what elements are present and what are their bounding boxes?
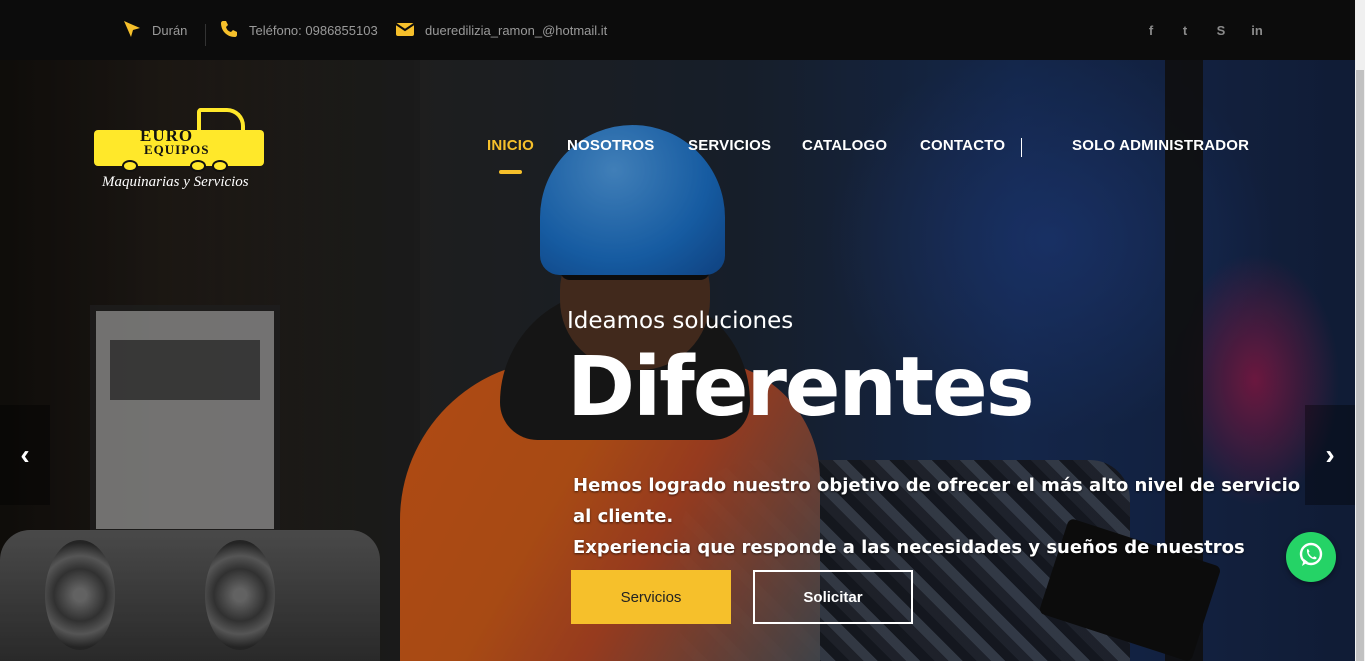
scrollbar-thumb[interactable] <box>1356 70 1364 661</box>
topbar-divider <box>205 24 206 46</box>
envelope-icon <box>395 21 415 40</box>
nav-active-indicator <box>499 170 522 174</box>
location-text: Durán <box>152 22 188 38</box>
nav-divider <box>1021 138 1022 157</box>
slider-next-button[interactable]: › <box>1305 405 1355 505</box>
twitter-icon[interactable]: t <box>1175 0 1195 60</box>
whatsapp-icon <box>1296 540 1326 575</box>
nav-inicio[interactable]: INICIO <box>487 137 534 157</box>
chevron-right-icon: › <box>1325 439 1335 470</box>
chevron-left-icon: ‹ <box>20 439 30 470</box>
top-bar: Durán Teléfono: 0986855103 dueredilizia_… <box>0 0 1355 60</box>
solicitar-button[interactable]: Solicitar <box>753 570 913 624</box>
site-logo[interactable]: EURO EQUIPOS Maquinarias y Servicios <box>92 108 267 198</box>
nav-solo-administrador[interactable]: SOLO ADMINISTRADOR <box>1072 137 1249 157</box>
hero-title: Diferentes <box>567 340 1035 435</box>
location-arrow-icon <box>122 19 142 42</box>
email-link[interactable]: dueredilizia_ramon_@hotmail.it <box>425 23 607 38</box>
slider-prev-button[interactable]: ‹ <box>0 405 50 505</box>
whatsapp-button[interactable] <box>1286 532 1336 582</box>
nav-contacto[interactable]: CONTACTO <box>920 137 1005 157</box>
location-item: Durán <box>122 0 187 60</box>
phone-icon <box>219 19 239 42</box>
nav-catalogo[interactable]: CATALOGO <box>802 137 887 157</box>
hero-subtitle: Ideamos soluciones <box>567 308 794 334</box>
nav-servicios[interactable]: SERVICIOS <box>688 137 771 157</box>
logo-line-1: EURO <box>140 126 194 145</box>
logo-line-2: EQUIPOS <box>144 142 210 157</box>
logo-wheel-icon <box>122 160 138 172</box>
hero-slider: EURO EQUIPOS Maquinarias y Servicios INI… <box>0 60 1355 661</box>
facebook-icon[interactable]: f <box>1141 0 1161 60</box>
logo-wheel-icon <box>212 160 228 172</box>
email-item[interactable]: dueredilizia_ramon_@hotmail.it <box>395 0 607 60</box>
skype-icon[interactable]: S <box>1211 0 1231 60</box>
nav-nosotros[interactable]: NOSOTROS <box>567 137 654 157</box>
phone-text: Teléfono: 0986855103 <box>249 22 378 38</box>
servicios-button[interactable]: Servicios <box>571 570 731 624</box>
phone-item: Teléfono: 0986855103 <box>219 0 378 60</box>
logo-wheel-icon <box>190 160 206 172</box>
logo-tagline: Maquinarias y Servicios <box>102 174 249 190</box>
page-scrollbar[interactable] <box>1355 0 1365 661</box>
hero-description-line: Hemos logrado nuestro objetivo de ofrece… <box>573 475 1301 527</box>
linkedin-icon[interactable]: in <box>1247 0 1267 60</box>
